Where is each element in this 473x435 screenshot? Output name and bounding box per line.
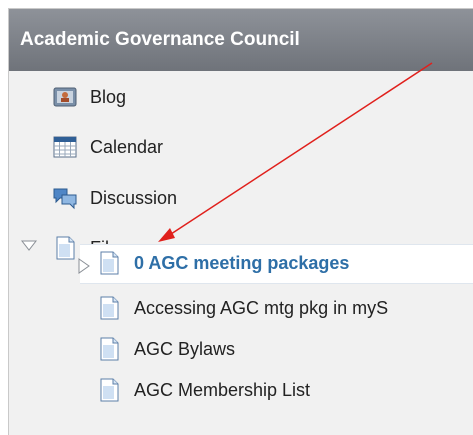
nav-item-calendar[interactable]: Calendar bbox=[52, 129, 163, 165]
file-icon bbox=[100, 251, 119, 275]
nav-item-blog[interactable]: Blog bbox=[52, 79, 126, 115]
blog-icon bbox=[53, 87, 77, 107]
file-icon bbox=[100, 296, 119, 320]
collapse-triangle-icon[interactable] bbox=[20, 236, 38, 254]
files-item-label: Accessing AGC mtg pkg in myS bbox=[134, 297, 389, 318]
files-item-label: AGC Bylaws bbox=[134, 338, 236, 359]
files-item-2[interactable]: AGC Bylaws bbox=[96, 331, 235, 367]
nav-item-blog-label: Blog bbox=[90, 86, 127, 107]
files-item-label: AGC Membership List bbox=[134, 379, 311, 400]
file-icon bbox=[100, 378, 119, 402]
files-item-label: 0 AGC meeting packages bbox=[134, 252, 350, 273]
file-icon bbox=[100, 337, 119, 361]
calendar-icon bbox=[53, 136, 77, 158]
panel-title: Academic Governance Council bbox=[9, 9, 473, 71]
nav-item-discussion-label: Discussion bbox=[90, 187, 178, 208]
nav-item-calendar-label: Calendar bbox=[90, 136, 164, 157]
discussion-icon bbox=[53, 188, 77, 210]
files-item-1[interactable]: Accessing AGC mtg pkg in myS bbox=[96, 290, 388, 326]
files-item-3[interactable]: AGC Membership List bbox=[96, 372, 310, 408]
files-item-0[interactable]: 0 AGC meeting packages bbox=[96, 245, 349, 281]
navigation-panel: Academic Governance Council bbox=[8, 8, 473, 435]
expand-triangle-icon[interactable] bbox=[75, 257, 93, 275]
nav-item-discussion[interactable]: Discussion bbox=[52, 180, 177, 216]
